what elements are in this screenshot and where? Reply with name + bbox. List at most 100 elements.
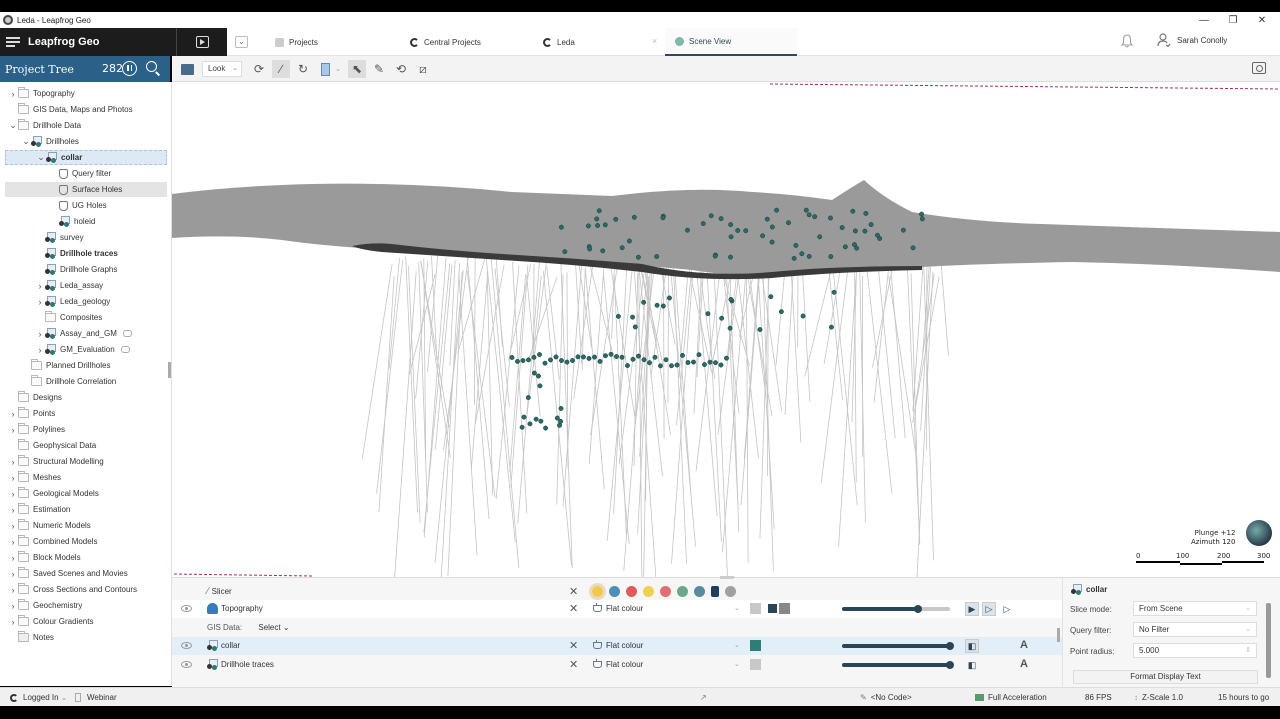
- point-radius-input[interactable]: 5.000 ⇕: [1133, 643, 1257, 658]
- comment-icon[interactable]: [122, 330, 132, 337]
- tab-list-dropdown[interactable]: ⌄: [235, 36, 248, 48]
- remove-layer-button[interactable]: ✕: [569, 602, 578, 615]
- slice-toggle-icon[interactable]: ◧: [965, 639, 979, 653]
- orientation-globe-icon[interactable]: [1246, 520, 1272, 546]
- slicer-style-button[interactable]: [589, 582, 606, 600]
- tree-item[interactable]: › Meshes: [8, 470, 61, 485]
- tree-item[interactable]: › Geochemistry: [8, 598, 82, 613]
- tree-item[interactable]: › Saved Scenes and Movies: [8, 566, 128, 581]
- slicer-style-button[interactable]: [660, 585, 671, 597]
- show-edges-checkbox[interactable]: [768, 604, 777, 613]
- slider-knob[interactable]: [946, 661, 954, 669]
- tree-item[interactable]: Composites: [35, 310, 102, 325]
- layer-row-collar[interactable]: collar ✕ Flat colour ⌄ ◧ A: [172, 637, 1062, 655]
- tab-scene-view[interactable]: Scene View: [665, 28, 797, 56]
- maximize-button[interactable]: ❐: [1219, 12, 1247, 28]
- edge-colour-swatch[interactable]: [779, 603, 790, 614]
- slice-step-icon[interactable]: ▷: [982, 602, 996, 616]
- chevron-right-icon[interactable]: ›: [35, 329, 45, 339]
- colour-swatch[interactable]: [750, 640, 761, 651]
- chevron-right-icon[interactable]: ›: [35, 297, 45, 307]
- chevron-right-icon[interactable]: ›: [8, 473, 18, 483]
- tree-item[interactable]: GIS Data, Maps and Photos: [8, 102, 133, 117]
- login-status[interactable]: Logged In ⌄: [10, 693, 67, 702]
- tree-item[interactable]: › Block Models: [8, 550, 81, 565]
- tree-item[interactable]: › Topography: [8, 86, 75, 101]
- pause-processing-icon[interactable]: [122, 61, 137, 76]
- chevron-right-icon[interactable]: ›: [8, 569, 18, 579]
- tree-item[interactable]: › GM_Evaluation: [35, 342, 130, 357]
- chevron-right-icon[interactable]: ›: [8, 505, 18, 515]
- code-status[interactable]: ✎ <No Code>: [860, 693, 912, 702]
- slicer-style-button[interactable]: [626, 585, 637, 597]
- tree-item[interactable]: holeid: [49, 214, 95, 229]
- chevron-down-icon[interactable]: ⌄: [8, 120, 18, 131]
- 3d-scene-canvas[interactable]: [172, 82, 1280, 577]
- tree-item[interactable]: Designs: [8, 390, 62, 405]
- tree-item[interactable]: › Colour Gradients: [8, 614, 93, 629]
- comment-icon[interactable]: [120, 346, 130, 353]
- chevron-right-icon[interactable]: ›: [8, 409, 18, 419]
- tree-item[interactable]: ⌄ Drillholes: [21, 134, 79, 149]
- remove-slicer-button[interactable]: ✕: [569, 585, 578, 598]
- display-mode-dropdown[interactable]: Flat colour: [592, 603, 643, 613]
- cycle-icon[interactable]: ⟲: [392, 60, 410, 78]
- slice-forward-icon[interactable]: ▷: [1000, 602, 1014, 616]
- chevron-right-icon[interactable]: ›: [8, 521, 18, 531]
- remove-layer-button[interactable]: ✕: [569, 658, 578, 671]
- tree-item[interactable]: ⌄ Drillhole Data: [8, 118, 81, 133]
- label-toggle-button[interactable]: A: [1020, 658, 1028, 670]
- tree-item[interactable]: › Assay_and_GM: [35, 326, 132, 341]
- slicer-style-button[interactable]: [677, 585, 688, 597]
- chevron-down-icon[interactable]: ⌄: [36, 152, 46, 163]
- slider-knob[interactable]: [946, 642, 954, 650]
- rotate-icon[interactable]: ⟳: [250, 60, 268, 78]
- label-toggle-button[interactable]: A: [1020, 639, 1028, 651]
- chevron-right-icon[interactable]: ›: [8, 457, 18, 467]
- slice-mode-dropdown[interactable]: From Scene ⌄: [1133, 601, 1257, 616]
- colour-swatch[interactable]: [750, 603, 761, 614]
- chevron-right-icon[interactable]: ›: [8, 585, 18, 595]
- query-filter-dropdown[interactable]: No Filter ⌄: [1133, 622, 1257, 637]
- slicer-style-button[interactable]: [711, 585, 719, 597]
- layer-row-drillhole-traces[interactable]: Drillhole traces ✕ Flat colour ⌄ ◧ A: [172, 656, 1062, 674]
- remove-layer-button[interactable]: ✕: [569, 639, 578, 652]
- opacity-slider[interactable]: [842, 661, 954, 669]
- tree-item[interactable]: › Points: [8, 406, 55, 421]
- visibility-eye-icon[interactable]: [181, 642, 192, 649]
- slicer-style-button[interactable]: [725, 585, 736, 597]
- tree-item[interactable]: Planned Drillholes: [21, 358, 110, 373]
- tree-scrollbar[interactable]: [168, 362, 171, 378]
- scene-view[interactable]: Plunge +12 Azimuth 120 0 100 200 300: [172, 82, 1280, 577]
- tab-projects[interactable]: Projects: [275, 28, 318, 56]
- opacity-slider[interactable]: [842, 642, 954, 650]
- minimize-button[interactable]: —: [1190, 12, 1218, 28]
- tree-item[interactable]: › Combined Models: [8, 534, 97, 549]
- display-mode-dropdown[interactable]: Flat colour: [592, 640, 643, 650]
- tab-central-projects[interactable]: Central Projects: [410, 28, 481, 56]
- tab-close-button[interactable]: ×: [652, 36, 657, 46]
- tree-item[interactable]: survey: [35, 230, 84, 245]
- look-dropdown[interactable]: Look ⌄: [202, 61, 242, 77]
- chevron-right-icon[interactable]: ›: [8, 537, 18, 547]
- tree-item[interactable]: Geophysical Data: [8, 438, 96, 453]
- menu-icon[interactable]: [6, 36, 22, 48]
- close-button[interactable]: ✕: [1248, 12, 1276, 28]
- panel-resize-handle[interactable]: [720, 576, 734, 579]
- tree-item[interactable]: › Estimation: [8, 502, 70, 517]
- chevron-down-icon[interactable]: ⌄: [21, 136, 31, 147]
- view-panel-icon[interactable]: [316, 60, 334, 78]
- tab-leda[interactable]: Leda: [543, 28, 575, 56]
- visibility-eye-icon[interactable]: [181, 605, 192, 612]
- refresh-icon[interactable]: ↻: [294, 60, 312, 78]
- tree-item[interactable]: UG Holes: [49, 198, 107, 213]
- chevron-down-icon[interactable]: ⌄: [734, 641, 740, 649]
- tree-item[interactable]: › Numeric Models: [8, 518, 91, 533]
- tree-item[interactable]: Query filter: [49, 166, 111, 181]
- scene-settings-icon[interactable]: [178, 60, 196, 78]
- play-slice-icon[interactable]: ▶: [965, 602, 979, 616]
- slicer-style-button[interactable]: [609, 585, 620, 597]
- notifications-bell-icon[interactable]: [1121, 34, 1133, 48]
- slicer-icon[interactable]: ∕: [272, 60, 290, 78]
- tree-item[interactable]: › Polylines: [8, 422, 65, 437]
